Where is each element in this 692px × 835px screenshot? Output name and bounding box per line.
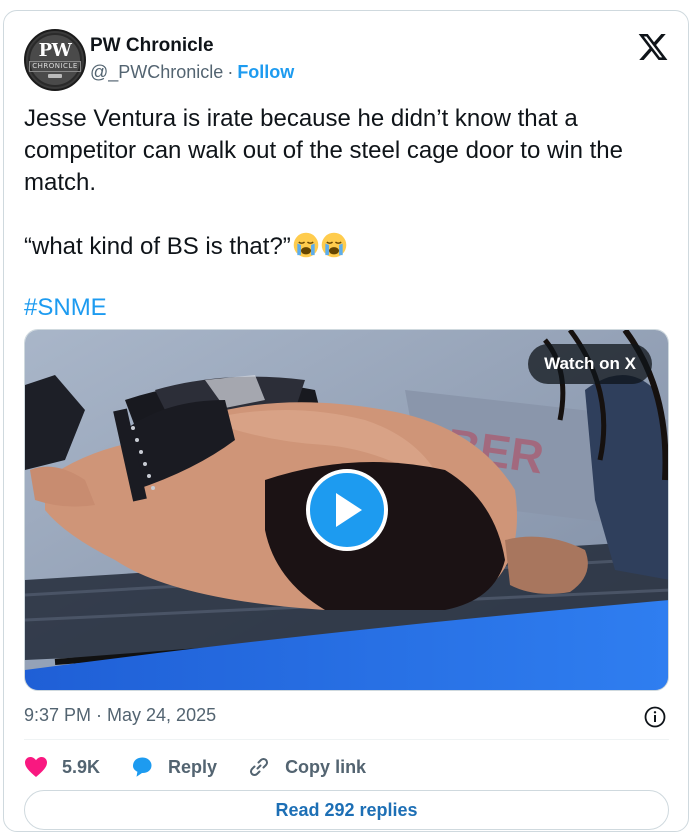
info-icon[interactable] <box>643 705 667 729</box>
reply-bubble-icon <box>133 757 152 777</box>
avatar-logo-subtext: CHRONICLE <box>29 61 81 72</box>
avatar-logo-belt <box>48 74 62 78</box>
crying-face-emoji-icon <box>321 232 347 258</box>
read-replies-button[interactable]: Read 292 replies <box>24 790 669 830</box>
heart-icon <box>25 757 47 777</box>
avatar-logo: PW CHRONICLE <box>28 33 82 87</box>
tweet-text: Jesse Ventura is irate because he didn’t… <box>24 103 674 263</box>
crying-face-emoji-icon <box>293 232 319 258</box>
play-button[interactable] <box>306 469 388 551</box>
separator-dot: · <box>227 62 234 82</box>
author-handle[interactable]: @_PWChronicle <box>90 62 223 82</box>
author-avatar[interactable]: PW CHRONICLE <box>24 29 86 91</box>
action-bar: 5.9K Reply Copy link <box>24 752 396 782</box>
avatar-logo-text: PW <box>38 40 72 61</box>
play-icon <box>336 493 362 527</box>
like-count: 5.9K <box>62 756 101 777</box>
tweet-card: PW CHRONICLE PW Chronicle @_PWChronicle ·… <box>3 10 689 832</box>
copy-link-label: Copy link <box>285 756 367 777</box>
hashtag-link[interactable]: #SNME <box>24 294 107 322</box>
tweet-timestamp[interactable]: 9:37 PM · May 24, 2025 <box>24 705 216 726</box>
watch-on-x-button[interactable]: Watch on X <box>528 344 652 384</box>
link-icon <box>250 757 269 777</box>
copy-link-button[interactable]: Copy link <box>247 755 366 779</box>
video-player[interactable]: BER Watch on X <box>24 329 669 691</box>
like-button[interactable]: 5.9K <box>24 756 100 778</box>
reply-button[interactable]: Reply <box>130 755 217 779</box>
follow-link[interactable]: Follow <box>237 62 294 82</box>
author-handle-row: @_PWChronicle · Follow <box>90 62 294 83</box>
author-name[interactable]: PW Chronicle <box>90 35 214 57</box>
x-logo-icon[interactable] <box>637 31 669 63</box>
divider <box>24 739 669 740</box>
reply-label: Reply <box>168 756 218 777</box>
